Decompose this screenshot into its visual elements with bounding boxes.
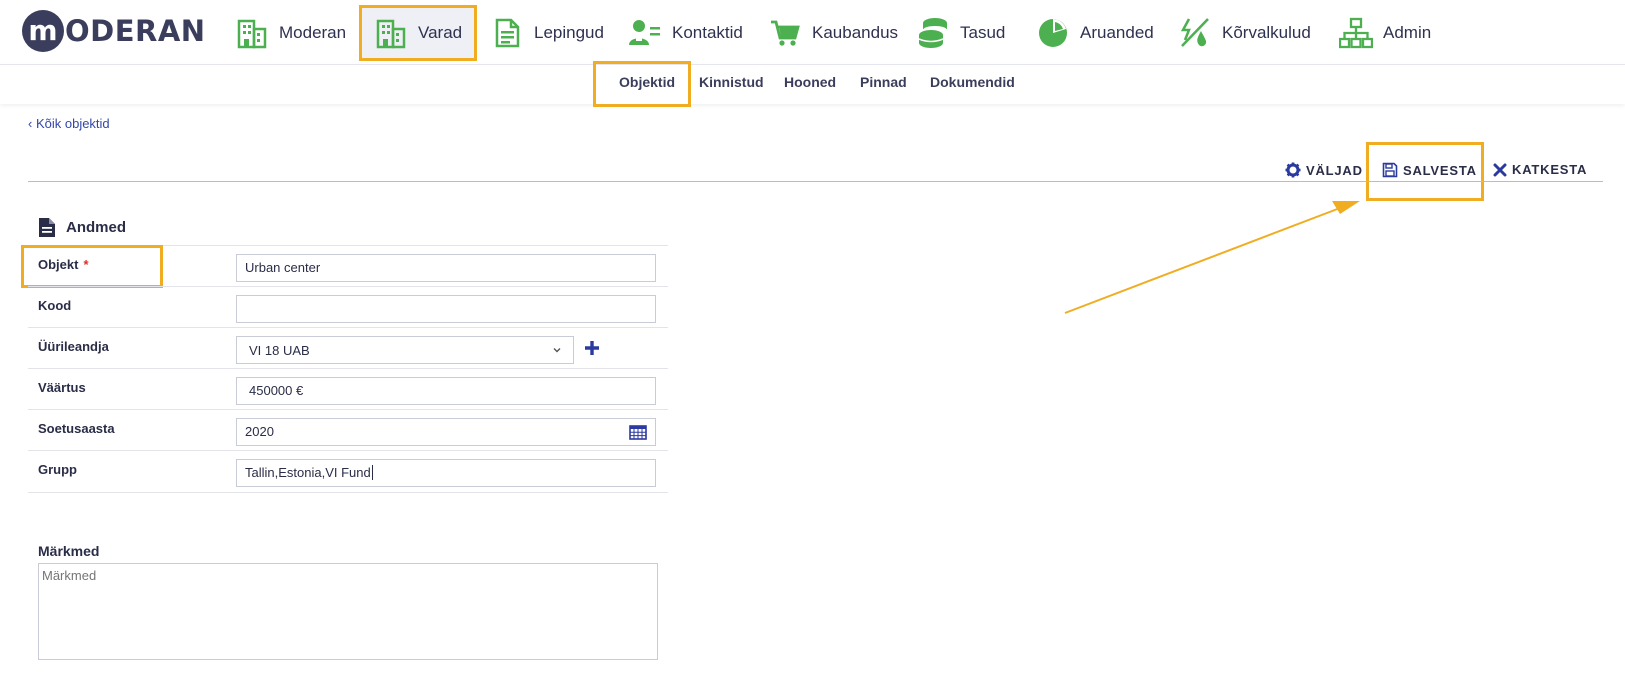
nav-label: Aruanded	[1080, 23, 1154, 42]
soetusaasta-date-input[interactable]: 2020	[236, 418, 656, 446]
cancel-button-label: KATKESTA	[1512, 162, 1588, 177]
notes-label: Märkmed	[38, 543, 100, 559]
back-link[interactable]: ‹ Kõik objektid	[28, 116, 110, 131]
form-row-uurileandja: Üürileandja VI 18 UAB	[28, 327, 668, 369]
fields-button-label: VÄLJAD	[1306, 162, 1363, 178]
field-label-vaartus: Väärtus	[38, 380, 86, 395]
gear-icon	[1285, 162, 1301, 178]
objekt-input[interactable]: Urban center	[236, 254, 656, 282]
nav-label: Moderan	[279, 23, 347, 42]
nav-item-lepingud[interactable]: Lepingud	[490, 12, 604, 54]
section-title-label: Andmed	[66, 219, 126, 236]
nav-label: Kõrvalkulud	[1222, 23, 1311, 42]
field-label-grupp: Grupp	[38, 462, 77, 477]
top-navigation: m ODERAN Moderan Varad Lepingud Kontakti…	[0, 0, 1625, 65]
add-landlord-plus-icon[interactable]	[584, 340, 600, 356]
field-label-uurileandja: Üürileandja	[38, 339, 109, 354]
logo-text: ODERAN	[65, 14, 206, 48]
soetusaasta-value: 2020	[245, 424, 274, 439]
contact-card-icon	[628, 16, 662, 50]
cancel-button[interactable]: KATKESTA	[1493, 162, 1587, 177]
text-cursor	[371, 465, 373, 480]
org-chart-icon	[1339, 16, 1373, 50]
uurileandja-select[interactable]: VI 18 UAB	[236, 336, 574, 364]
toolbar-divider	[28, 181, 1603, 182]
back-link-label: Kõik objektid	[35, 116, 110, 131]
sub-navigation: Objektid Kinnistud Hooned Pinnad Dokumen…	[0, 64, 1625, 104]
nav-label: Varad	[418, 23, 463, 42]
nav-label: Lepingud	[534, 23, 604, 42]
nav-item-varad[interactable]: Varad	[359, 5, 477, 61]
building-icon	[235, 16, 269, 50]
shopping-cart-icon	[768, 16, 802, 50]
nav-item-moderan[interactable]: Moderan	[235, 12, 346, 54]
vaartus-input[interactable]: 450000 €	[236, 377, 656, 405]
nav-label: Kontaktid	[672, 23, 743, 42]
section-title: Andmed	[38, 217, 126, 238]
nav-item-korvalkulud[interactable]: Kõrvalkulud	[1178, 12, 1311, 54]
utilities-icon	[1178, 16, 1212, 50]
form-row-grupp: Grupp Tallin,Estonia,VI Fund	[28, 450, 668, 493]
nav-item-admin[interactable]: Admin	[1339, 12, 1431, 54]
chevron-down-icon	[553, 348, 561, 353]
form-row-kood: Kood	[28, 286, 668, 328]
kood-input[interactable]	[236, 295, 656, 323]
nav-item-tasud[interactable]: Tasud	[916, 12, 1005, 54]
tab-dokumendid[interactable]: Dokumendid	[930, 74, 1015, 90]
nav-label: Tasud	[960, 23, 1006, 42]
chevron-left-icon: ‹	[28, 116, 36, 131]
field-label-kood: Kood	[38, 298, 72, 313]
coins-stack-icon	[916, 16, 950, 50]
nav-label: Admin	[1383, 23, 1432, 42]
highlight-box-objekt	[21, 245, 163, 288]
calendar-icon[interactable]	[629, 425, 647, 440]
grupp-value: Tallin,Estonia,VI Fund	[245, 465, 371, 480]
highlight-box-objektid	[593, 61, 691, 107]
nav-item-kontaktid[interactable]: Kontaktid	[628, 12, 743, 54]
moderan-logo[interactable]: m ODERAN	[22, 10, 206, 52]
building-icon	[374, 16, 408, 50]
pie-chart-icon	[1036, 16, 1070, 50]
close-icon	[1493, 163, 1507, 176]
logo-letter: m	[22, 10, 64, 52]
fields-button[interactable]: VÄLJAD	[1285, 162, 1363, 178]
nav-item-kaubandus[interactable]: Kaubandus	[768, 12, 898, 54]
document-icon	[39, 218, 55, 237]
notes-textarea[interactable]	[38, 563, 658, 660]
document-icon	[490, 16, 524, 50]
nav-label: Kaubandus	[812, 23, 899, 42]
tab-kinnistud[interactable]: Kinnistud	[699, 74, 764, 90]
tab-pinnad[interactable]: Pinnad	[860, 74, 907, 90]
grupp-input[interactable]: Tallin,Estonia,VI Fund	[236, 459, 656, 487]
nav-item-aruanded[interactable]: Aruanded	[1036, 12, 1154, 54]
tab-hooned[interactable]: Hooned	[784, 74, 836, 90]
form-row-soetusaasta: Soetusaasta 2020	[28, 409, 668, 451]
field-label-soetusaasta: Soetusaasta	[38, 421, 115, 436]
highlight-box-save	[1366, 142, 1484, 201]
uurileandja-selected-value: VI 18 UAB	[249, 343, 310, 358]
form-row-vaartus: Väärtus 450000 €	[28, 368, 668, 410]
